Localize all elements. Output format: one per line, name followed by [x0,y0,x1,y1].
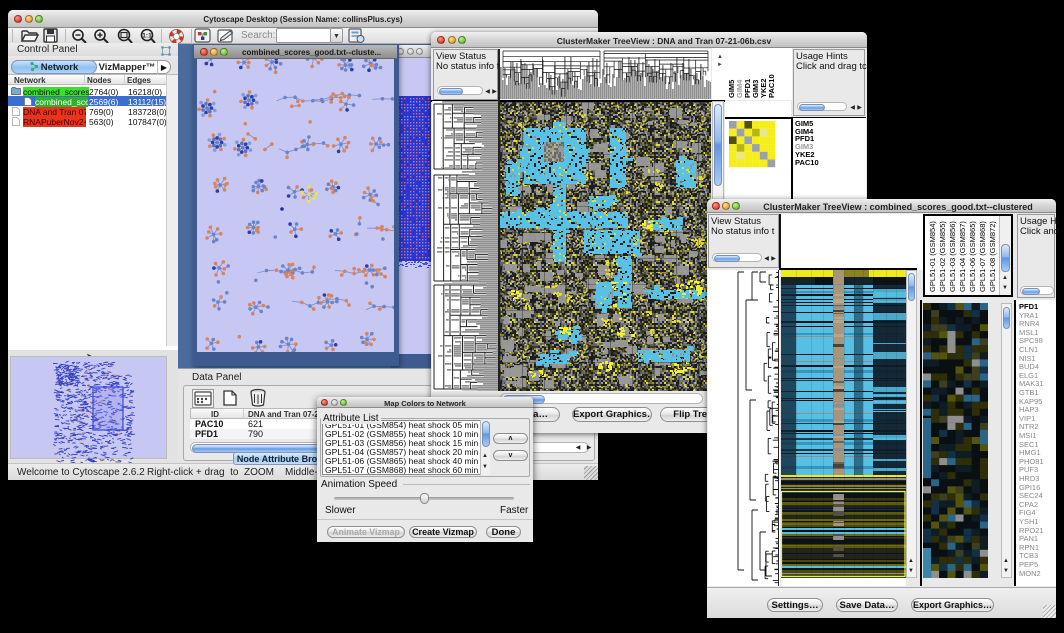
svg-text:1:1: 1:1 [142,33,152,40]
